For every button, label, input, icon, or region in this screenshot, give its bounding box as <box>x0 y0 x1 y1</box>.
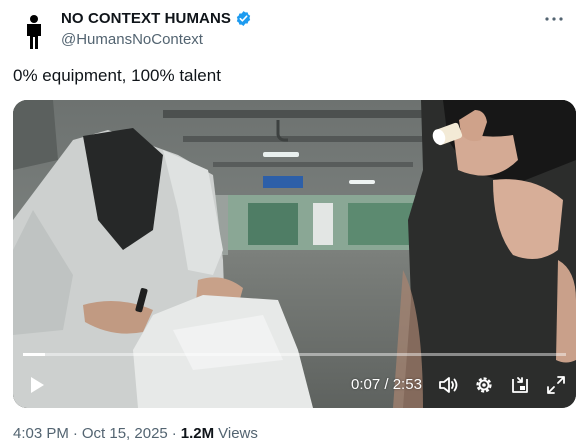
play-icon <box>31 377 44 393</box>
volume-icon <box>439 377 458 393</box>
play-button[interactable] <box>25 374 47 396</box>
video-frame <box>13 100 576 408</box>
more-dots-icon <box>545 17 563 21</box>
progress-fill <box>23 353 45 356</box>
post-time[interactable]: 4:03 PM <box>13 425 69 442</box>
current-time: 0:07 <box>351 376 381 393</box>
video-controls: 0:07 / 2:53 <box>13 370 576 400</box>
duration: 2:53 <box>392 376 422 393</box>
fullscreen-icon <box>547 376 565 394</box>
settings-button[interactable] <box>473 374 495 396</box>
human-silhouette-icon <box>27 15 41 49</box>
views-count[interactable]: 1.2M <box>181 425 214 442</box>
verified-badge-icon <box>236 11 251 26</box>
volume-button[interactable] <box>437 374 459 396</box>
tweet-meta: 4:03 PM · Oct 15, 2025 · 1.2M Views <box>13 425 258 442</box>
fullscreen-button[interactable] <box>545 374 567 396</box>
tweet-header: NO CONTEXT HUMANS @HumansNoContext <box>0 0 576 56</box>
time-separator: / <box>384 376 389 393</box>
time-display: 0:07 / 2:53 <box>351 376 422 393</box>
dock-button[interactable] <box>509 374 531 396</box>
separator-dot: · <box>72 425 78 442</box>
views-label: Views <box>218 425 258 442</box>
separator-dot: · <box>171 425 177 442</box>
user-handle[interactable]: @HumansNoContext <box>61 31 203 48</box>
dock-icon <box>512 377 528 393</box>
gear-icon <box>476 377 492 393</box>
video-player[interactable]: 0:07 / 2:53 <box>13 100 576 408</box>
name-row: NO CONTEXT HUMANS <box>61 10 252 27</box>
avatar[interactable] <box>14 10 54 50</box>
progress-bar[interactable] <box>23 353 566 356</box>
display-name[interactable]: NO CONTEXT HUMANS <box>61 10 231 27</box>
tweet-text: 0% equipment, 100% talent <box>13 66 221 85</box>
post-date[interactable]: Oct 15, 2025 <box>82 425 168 442</box>
more-options-button[interactable] <box>540 8 568 30</box>
